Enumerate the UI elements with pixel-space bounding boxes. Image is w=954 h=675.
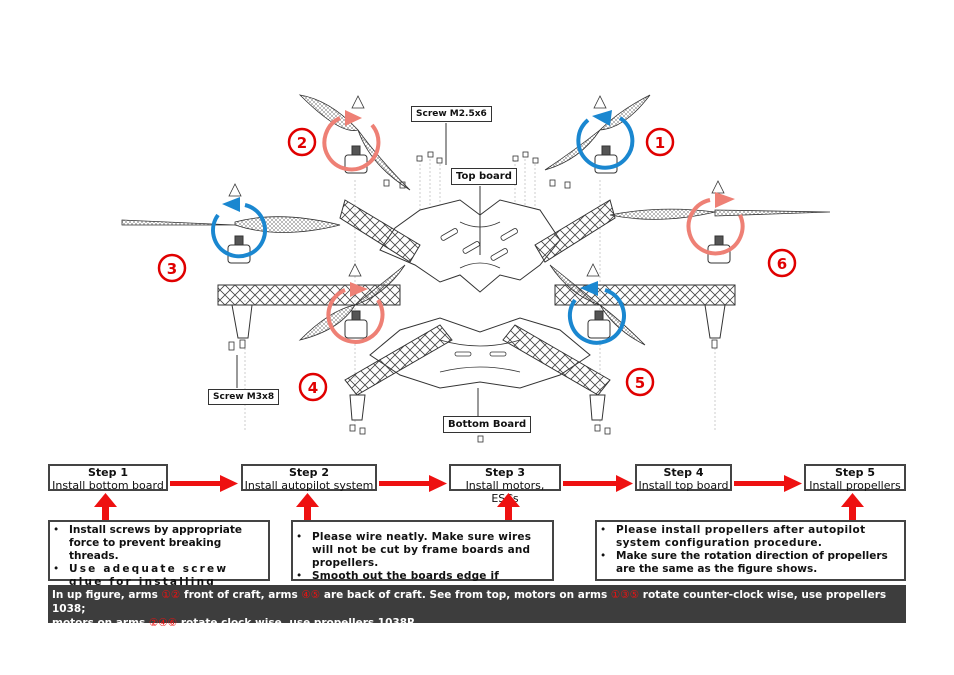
note-item: Make sure the rotation direction of prop…	[600, 550, 901, 576]
screw-m3x8-label: Screw M3x8	[208, 389, 280, 405]
arrow-step2-to-step3	[379, 475, 447, 492]
note-item: Please wire neatly. Make sure wires will…	[296, 531, 549, 570]
arm-number-1: 1	[645, 127, 675, 157]
arrow-note3-up-step5	[841, 493, 864, 522]
bottom-board-label: Bottom Board	[443, 416, 532, 433]
arm-ref-back: ④⑤	[301, 589, 321, 601]
hexacopter-exploded-diagram: 1 2 3 4 5 6	[121, 94, 831, 443]
step-5-notes: Please install propellers after autopilo…	[595, 520, 906, 581]
note-item: Please install propellers after autopilo…	[600, 524, 901, 550]
arrow-note2-up-step2	[296, 493, 319, 522]
flow-arrows	[94, 475, 864, 522]
arm-number-2: 2	[287, 127, 317, 157]
screw-m25x6-label: Screw M2.5x6	[411, 106, 492, 122]
arrow-step4-to-step5	[734, 475, 802, 492]
step-2-3-notes: Please wire neatly. Make sure wires will…	[291, 520, 554, 595]
arrow-step3-to-step4	[563, 475, 633, 492]
arm-ref-cw: ②④⑥	[148, 617, 178, 629]
svg-text:2: 2	[297, 134, 307, 152]
arrow-step1-to-step2	[170, 475, 238, 492]
svg-text:3: 3	[167, 260, 177, 278]
arm-number-4: 4	[298, 372, 328, 402]
svg-text:4: 4	[308, 379, 318, 397]
top-board-label: Top board	[451, 168, 517, 185]
arm-number-6: 6	[767, 248, 797, 278]
arrow-note1-up	[94, 493, 117, 522]
rotation-info-bar: In up figure, arms ①② front of craft, ar…	[48, 585, 906, 629]
step-1-notes: Install screws by appropriate force to p…	[48, 520, 270, 603]
arm-number-5: 5	[625, 367, 655, 397]
arm-ref-ccw: ①③⑤	[610, 589, 640, 601]
arm-number-3: 3	[157, 253, 187, 283]
svg-text:1: 1	[655, 134, 665, 152]
svg-text:5: 5	[635, 374, 645, 392]
info-line-2: motors on arms ②④⑥ rotate clock wise, us…	[52, 617, 420, 629]
arrow-note2-up-step3	[497, 493, 520, 522]
arm-ref-front: ①②	[161, 589, 181, 601]
svg-text:6: 6	[777, 255, 787, 273]
note-item: Install screws by appropriate force to p…	[53, 524, 265, 563]
info-line-1: In up figure, arms ①② front of craft, ar…	[52, 589, 887, 615]
